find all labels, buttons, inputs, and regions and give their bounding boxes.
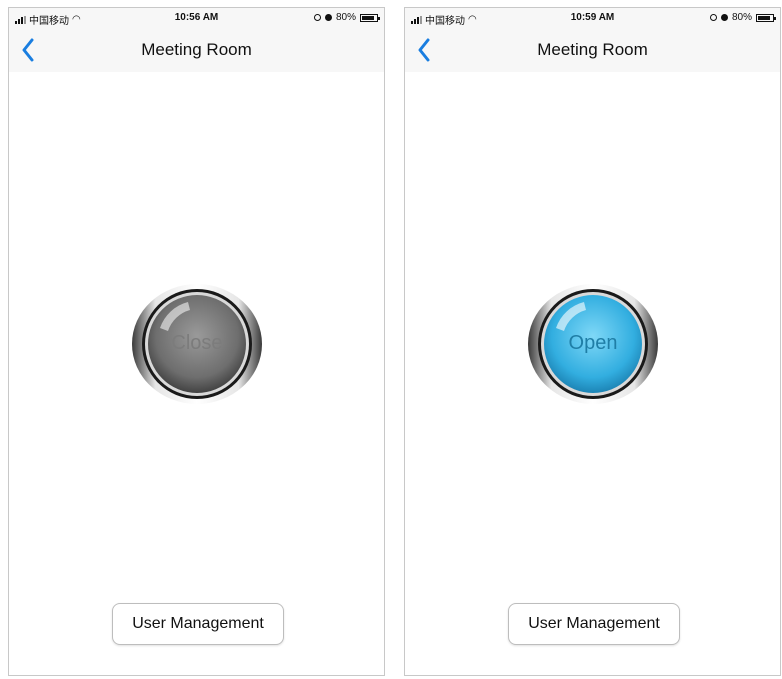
location-icon — [313, 14, 321, 21]
battery-percent: 80% — [731, 12, 752, 23]
power-toggle-button[interactable]: Open — [528, 284, 658, 404]
phone-screen-open: 中国移动 ◠ 10:59 AM 80% Meeting Room Open Us… — [404, 7, 781, 676]
page-title: Meeting Room — [141, 40, 252, 59]
power-button-label: Close — [171, 332, 223, 354]
alarm-icon — [324, 14, 332, 21]
battery-icon — [756, 13, 776, 22]
navigation-bar: Meeting Room — [405, 28, 780, 72]
user-management-button[interactable]: User Management — [508, 603, 680, 645]
power-button-label: Open — [568, 332, 618, 354]
page-title: Meeting Room — [537, 40, 648, 59]
status-bar: 中国移动 ◠ 10:56 AM 80% — [9, 8, 384, 28]
battery-percent: 80% — [335, 12, 356, 23]
battery-icon — [360, 13, 380, 22]
phone-screen-close: 中国移动 ◠ 10:56 AM 80% Meeting Room Close U… — [8, 7, 385, 676]
navigation-bar: Meeting Room — [9, 28, 384, 72]
status-bar: 中国移动 ◠ 10:59 AM 80% — [405, 8, 780, 28]
location-icon — [709, 14, 717, 21]
alarm-icon — [720, 14, 728, 21]
user-management-button[interactable]: User Management — [112, 603, 284, 645]
power-toggle-button[interactable]: Close — [132, 284, 262, 404]
